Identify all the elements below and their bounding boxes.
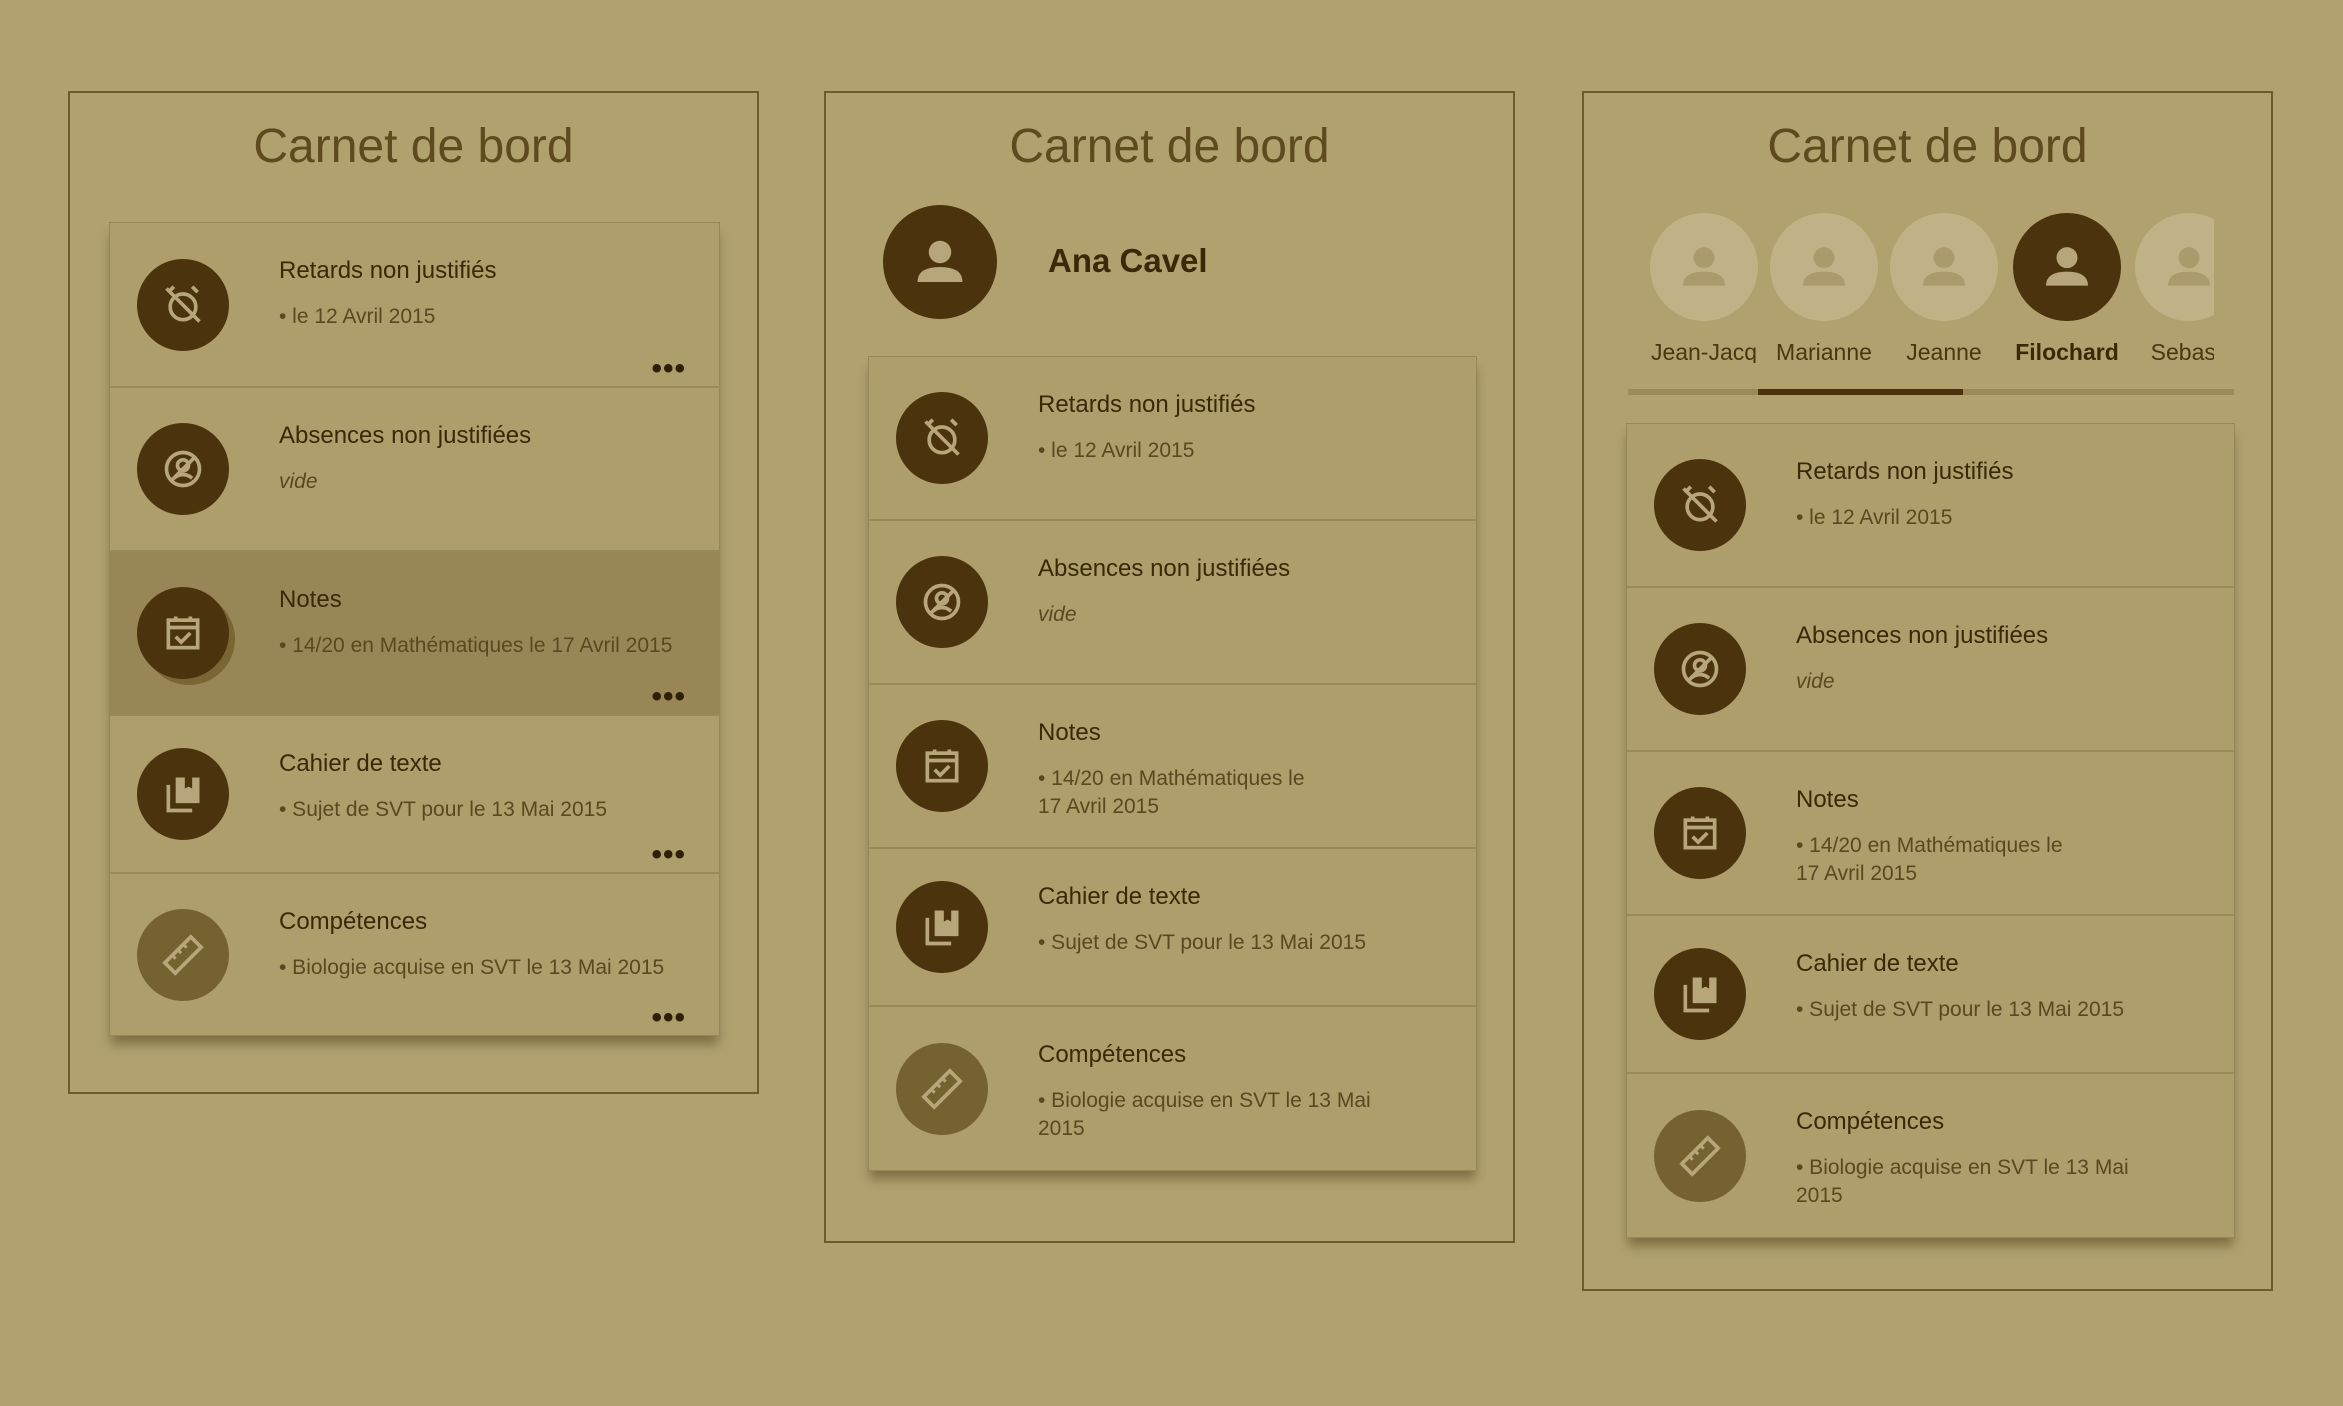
row-cahier[interactable]: Cahier de texte • Sujet de SVT pour le 1…	[1627, 916, 2234, 1074]
row-subtitle: • Sujet de SVT pour le 13 Mai 2015	[1038, 931, 1367, 954]
library-books-icon	[137, 748, 229, 840]
row-subtitle: • le 12 Avril 2015	[1038, 439, 1195, 462]
row-title: Cahier de texte	[1038, 883, 1201, 910]
ruler-icon	[1654, 1109, 1746, 1202]
panel-title: Carnet de bord	[253, 120, 574, 173]
alarm-off-icon	[137, 258, 229, 351]
row-title: Retards non justifiés	[279, 257, 497, 284]
panel-list-view: Carnet de bord Retards non justifiés • l…	[68, 91, 759, 1094]
row-subtitle: • 14/20 en Mathématiques le 17 Avril 201…	[279, 634, 673, 657]
panel-multi-student: Carnet de bord Jean-Jacq Marianne Jeanne…	[1582, 91, 2273, 1291]
row-title: Compétences	[1038, 1041, 1187, 1068]
person-icon	[2168, 247, 2210, 286]
avatar	[2135, 213, 2214, 321]
student-tab-marianne[interactable]: Marianne	[1764, 213, 1884, 363]
row-absences[interactable]: Absences non justifiées vide	[869, 521, 1476, 685]
person-off-icon	[896, 556, 988, 648]
row-subtitle: vide	[1796, 670, 1835, 693]
student-tab-filochard[interactable]: Filochard	[2007, 213, 2127, 363]
row-subtitle: • 14/20 en Mathématiques le 17 Avril 201…	[1038, 767, 1305, 818]
event-available-icon	[1654, 787, 1746, 879]
student-tab-jeanne[interactable]: Jeanne	[1884, 213, 2004, 363]
row-title: Absences non justifiées	[279, 422, 532, 449]
ruler-icon	[896, 1042, 988, 1135]
row-competences[interactable]: Compétences • Biologie acquise en SVT le…	[110, 874, 719, 1035]
row-title: Retards non justifiés	[1038, 391, 1256, 418]
avatar	[1890, 213, 1998, 321]
row-title: Absences non justifiées	[1796, 622, 2049, 649]
student-tab-sebasti[interactable]: Sebasti	[2129, 213, 2214, 363]
student-tab-jean-jacq[interactable]: Jean-Jacq	[1644, 213, 1764, 363]
event-available-icon	[137, 587, 229, 679]
row-subtitle: vide	[279, 470, 318, 493]
student-selector: Jean-Jacq Marianne Jeanne Filochard Seba…	[1644, 213, 2214, 363]
row-cahier[interactable]: Cahier de texte • Sujet de SVT pour le 1…	[869, 849, 1476, 1007]
row-title: Cahier de texte	[279, 750, 442, 777]
row-subtitle: • Sujet de SVT pour le 13 Mai 2015	[1796, 998, 2125, 1021]
person-icon	[917, 240, 963, 282]
avatar	[883, 205, 997, 319]
dashboard-card: Retards non justifiés • le 12 Avril 2015…	[1626, 423, 2235, 1238]
row-subtitle: • Biologie acquise en SVT le 13 Mai 2015	[1038, 1089, 1371, 1140]
row-title: Compétences	[279, 908, 428, 935]
row-absences[interactable]: Absences non justifiées vide	[110, 388, 719, 552]
more-icon[interactable]: •••	[651, 354, 686, 384]
more-icon[interactable]: •••	[651, 682, 686, 712]
row-subtitle: • Biologie acquise en SVT le 13 Mai 2015	[279, 956, 665, 979]
row-subtitle: • le 12 Avril 2015	[279, 305, 436, 328]
alarm-off-icon	[896, 392, 988, 484]
tab-indicator	[1758, 389, 1963, 395]
panel-title: Carnet de bord	[1767, 120, 2088, 173]
row-title: Cahier de texte	[1796, 950, 1959, 977]
library-books-icon	[1654, 948, 1746, 1040]
person-icon	[1923, 247, 1965, 286]
student-name: Ana Cavel	[1048, 242, 1208, 279]
student-name: Jean-Jacq	[1650, 339, 1758, 363]
person-icon	[2046, 247, 2088, 286]
ruler-icon	[137, 908, 229, 1001]
person-off-icon	[137, 423, 229, 515]
row-competences[interactable]: Compétences • Biologie acquise en SVT le…	[869, 1007, 1476, 1170]
alarm-off-icon	[1654, 459, 1746, 551]
dashboard-card: Retards non justifiés • le 12 Avril 2015…	[868, 356, 1477, 1171]
row-absences[interactable]: Absences non justifiées vide	[1627, 588, 2234, 752]
row-subtitle: vide	[1038, 603, 1077, 626]
row-notes[interactable]: Notes • 14/20 en Mathématiques le 17 Avr…	[869, 685, 1476, 849]
more-icon[interactable]: •••	[651, 840, 686, 870]
row-title: Notes	[1796, 786, 1859, 813]
row-competences[interactable]: Compétences • Biologie acquise en SVT le…	[1627, 1074, 2234, 1237]
more-icon[interactable]: •••	[651, 1003, 686, 1033]
avatar	[1650, 213, 1758, 321]
dashboard-card: Retards non justifiés • le 12 Avril 2015…	[109, 222, 720, 1036]
avatar	[1770, 213, 1878, 321]
row-retards[interactable]: Retards non justifiés • le 12 Avril 2015	[869, 357, 1476, 521]
row-subtitle: • 14/20 en Mathématiques le 17 Avril 201…	[1796, 834, 2063, 885]
event-available-icon	[896, 720, 988, 812]
row-notes[interactable]: Notes • 14/20 en Mathématiques le 17 Avr…	[1627, 752, 2234, 916]
row-subtitle: • Sujet de SVT pour le 13 Mai 2015	[279, 798, 608, 821]
student-name: Sebasti	[2150, 339, 2214, 363]
row-subtitle: • le 12 Avril 2015	[1796, 506, 1953, 529]
row-title: Notes	[279, 586, 342, 613]
row-retards[interactable]: Retards non justifiés • le 12 Avril 2015	[1627, 424, 2234, 588]
student-name: Filochard	[2015, 339, 2119, 363]
tab-underline	[1628, 389, 2234, 395]
student-name: Marianne	[1776, 339, 1872, 363]
avatar	[2013, 213, 2121, 321]
student-name: Jeanne	[1906, 339, 1982, 363]
row-cahier[interactable]: Cahier de texte • Sujet de SVT pour le 1…	[110, 716, 719, 874]
row-title: Absences non justifiées	[1038, 555, 1291, 582]
row-title: Notes	[1038, 719, 1101, 746]
panel-title: Carnet de bord	[1009, 120, 1330, 173]
row-title: Compétences	[1796, 1108, 1945, 1135]
row-title: Retards non justifiés	[1796, 458, 2014, 485]
person-off-icon	[1654, 623, 1746, 715]
person-icon	[1683, 247, 1725, 286]
panel-single-student: Carnet de bord Ana Cavel Retards non jus…	[824, 91, 1515, 1243]
row-notes[interactable]: Notes • 14/20 en Mathématiques le 17 Avr…	[110, 552, 719, 716]
library-books-icon	[896, 881, 988, 973]
row-retards[interactable]: Retards non justifiés • le 12 Avril 2015…	[110, 223, 719, 388]
person-icon	[1803, 247, 1845, 286]
row-subtitle: • Biologie acquise en SVT le 13 Mai 2015	[1796, 1156, 2129, 1207]
